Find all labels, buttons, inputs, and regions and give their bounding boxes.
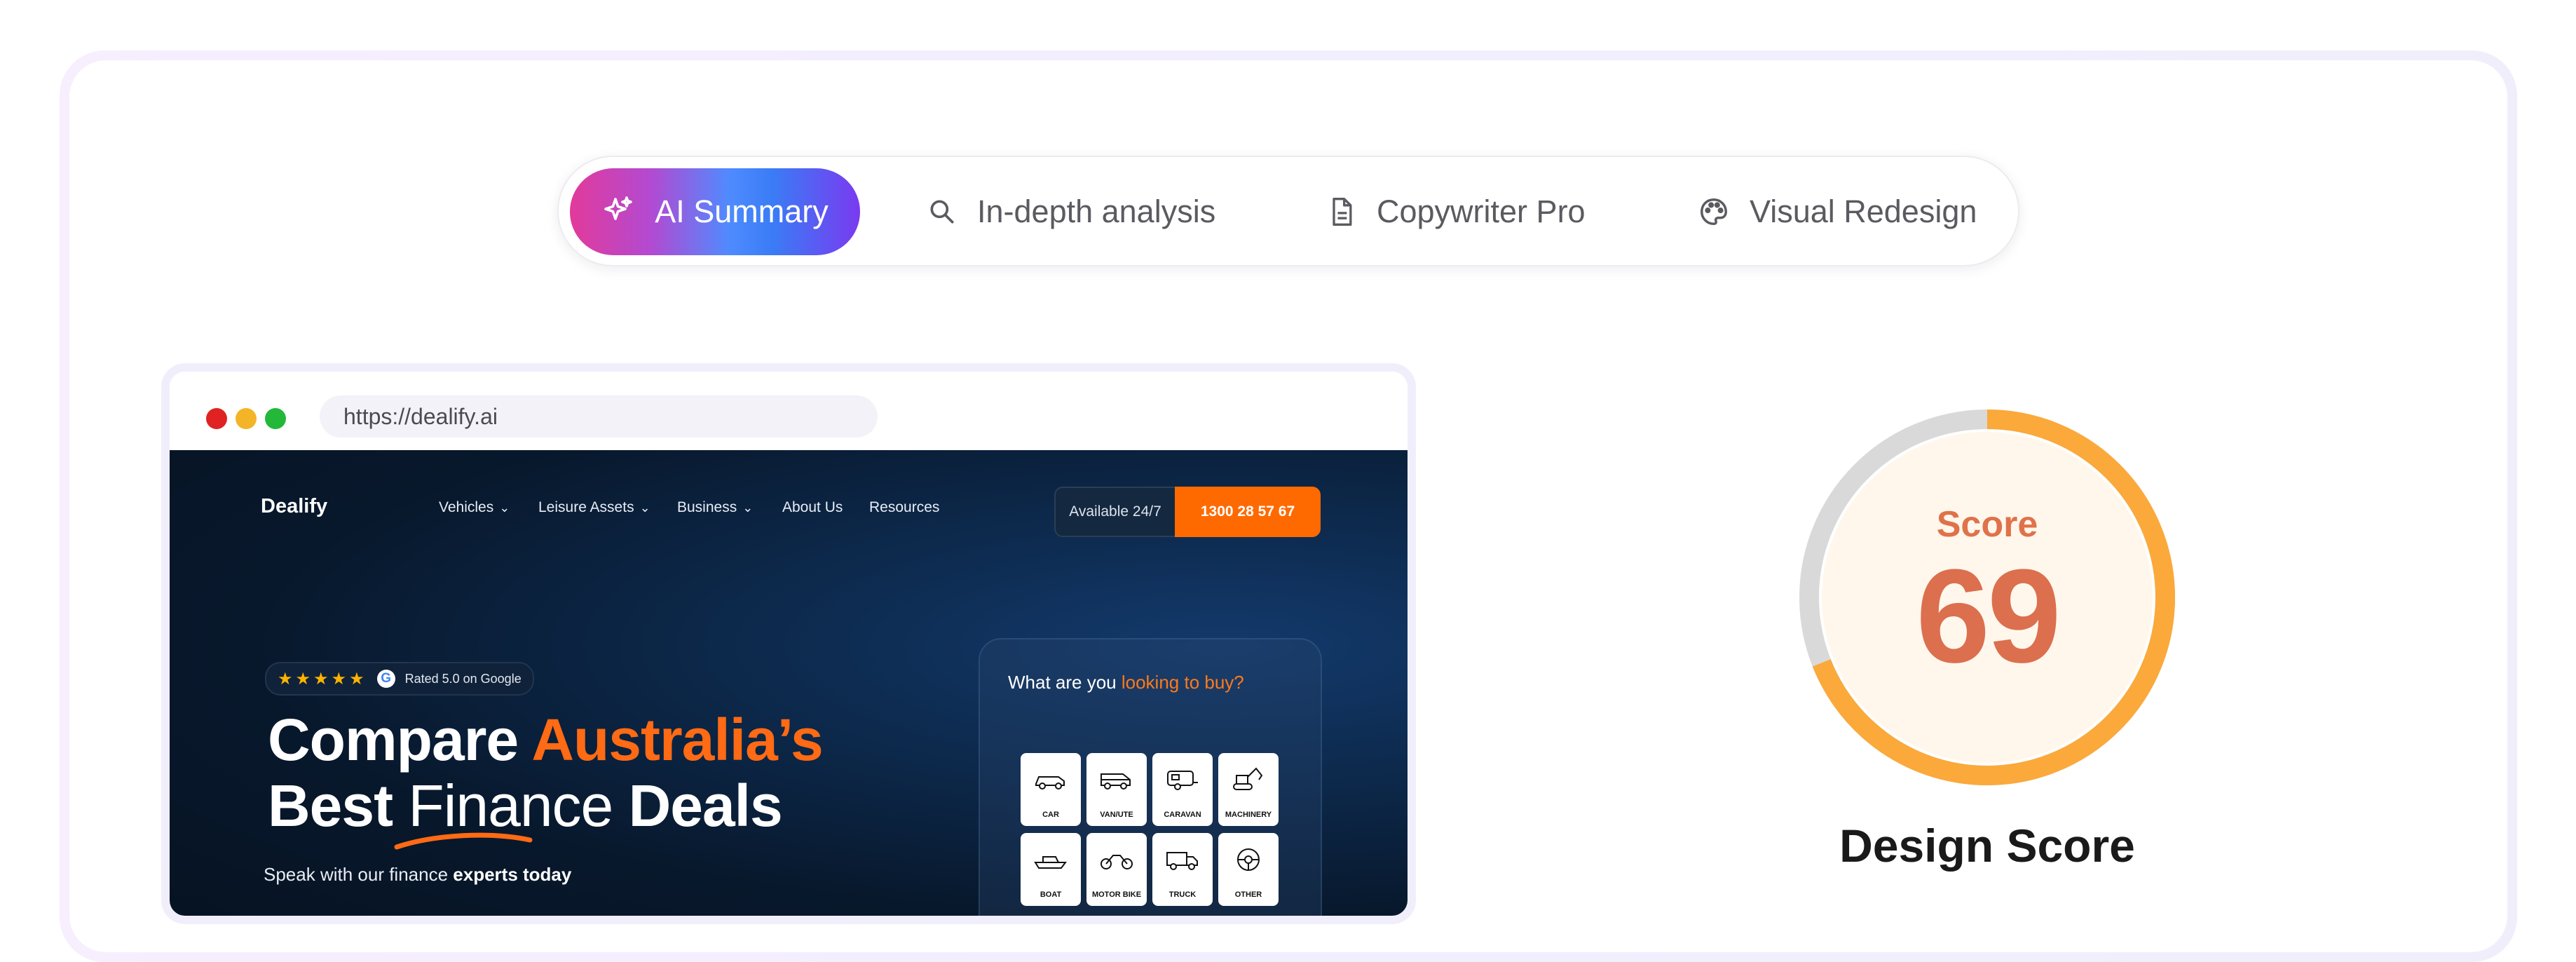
- nav-leisure-assets: Leisure Assets ⌄: [538, 499, 650, 516]
- tab-copywriter-pro[interactable]: Copywriter Pro: [1326, 168, 1586, 255]
- underline-swoosh-icon: [394, 832, 533, 850]
- van-icon: [1100, 773, 1131, 790]
- vehicle-option-machinery: MACHINERY: [1218, 753, 1279, 826]
- hero-text-light: Finance: [408, 773, 613, 839]
- nav-label: Business: [677, 499, 737, 515]
- close-dot-icon: [206, 408, 227, 429]
- rating-text: Rated 5.0 on Google: [404, 671, 522, 686]
- nav-about-us: About Us: [782, 499, 843, 516]
- nav-label: Leisure Assets: [538, 499, 634, 515]
- subtext: Speak with our finance: [264, 864, 454, 885]
- hero-text: Deals: [613, 773, 783, 839]
- minimize-dot-icon: [236, 408, 257, 429]
- vehicle-option-car: CAR: [1021, 753, 1081, 826]
- tab-label: Copywriter Pro: [1377, 194, 1586, 229]
- motorbike-icon: [1100, 855, 1133, 869]
- tab-label: In-depth analysis: [977, 194, 1216, 229]
- tab-bar: AI Summary In-depth analysis Copywriter …: [557, 156, 2019, 266]
- document-icon: [1333, 198, 1352, 226]
- excavator-icon: [1233, 767, 1263, 790]
- purchase-panel: What are you looking to buy? CAR VAN/UTE…: [979, 638, 1322, 916]
- nav-label: About Us: [782, 499, 843, 515]
- hero-subtext: Speak with our finance experts today: [264, 864, 571, 886]
- panel-question-highlight: looking to buy?: [1121, 672, 1244, 693]
- subtext-bold: experts today: [453, 864, 572, 885]
- browser-chrome: https://dealify.ai: [170, 372, 1408, 450]
- chevron-down-icon: ⌄: [742, 500, 754, 515]
- google-rating-badge: ★★★★★ G Rated 5.0 on Google: [265, 662, 534, 696]
- caravan-icon: [1167, 771, 1198, 790]
- sparkle-icon: [604, 196, 633, 220]
- search-icon: [930, 200, 954, 224]
- phone-button: 1300 28 57 67: [1175, 487, 1321, 537]
- availability-badge: Available 24/7: [1054, 487, 1175, 537]
- vehicle-label: MACHINERY: [1225, 811, 1272, 819]
- vehicle-option-caravan: CARAVAN: [1152, 753, 1213, 826]
- car-icon: [1035, 776, 1065, 790]
- chevron-down-icon: ⌄: [499, 500, 510, 515]
- panel-question-text: What are you: [1008, 672, 1122, 693]
- tab-in-depth-analysis[interactable]: In-depth analysis: [927, 168, 1215, 255]
- vehicle-label: CAR: [1042, 811, 1059, 819]
- nav-business: Business ⌄: [677, 499, 753, 516]
- score-value: 69: [1916, 542, 2061, 691]
- hero-text: Compare: [268, 707, 532, 773]
- palette-icon: [1701, 198, 1727, 225]
- google-icon: G: [376, 670, 395, 688]
- tab-ai-summary[interactable]: AI Summary: [570, 168, 860, 255]
- browser-preview: https://dealify.ai Dealify Vehicles ⌄ Lei…: [161, 363, 1416, 924]
- nav-label: Vehicles: [439, 499, 494, 515]
- nav-resources: Resources: [869, 499, 939, 516]
- website-screenshot: Dealify Vehicles ⌄ Leisure Assets ⌄ Busine…: [170, 450, 1408, 916]
- hero-text: Best: [268, 773, 409, 839]
- tab-label: AI Summary: [655, 194, 829, 229]
- vehicle-option-truck: TRUCK: [1152, 833, 1213, 906]
- boat-icon: [1034, 856, 1067, 869]
- url-bar[interactable]: https://dealify.ai: [320, 395, 878, 438]
- vehicle-label: VAN/UTE: [1100, 811, 1133, 819]
- score-label: Score: [1936, 504, 2038, 545]
- nav-vehicles: Vehicles ⌄: [439, 499, 510, 516]
- vehicle-label: CARAVAN: [1164, 811, 1201, 819]
- site-logo: Dealify: [261, 495, 328, 517]
- maximize-dot-icon: [265, 408, 286, 429]
- vehicle-option-motor-bike: MOTOR BIKE: [1086, 833, 1147, 906]
- nav-label: Resources: [869, 499, 940, 515]
- design-score-caption: Design Score: [1839, 820, 2135, 872]
- steering-wheel-icon: [1237, 848, 1260, 871]
- panel-question: What are you looking to buy?: [1008, 672, 1244, 693]
- vehicle-option-other: OTHER: [1218, 833, 1279, 906]
- tab-label: Visual Redesign: [1750, 194, 1977, 229]
- vehicle-option-boat: BOAT: [1021, 833, 1081, 906]
- hero-heading: Compare Australia’s Best Finance Deals: [268, 707, 824, 839]
- tab-visual-redesign[interactable]: Visual Redesign: [1698, 168, 1977, 255]
- vehicle-option-van-ute: VAN/UTE: [1086, 753, 1147, 826]
- hero-text-highlight: Australia’s: [531, 707, 823, 773]
- truck-icon: [1166, 852, 1198, 870]
- chevron-down-icon: ⌄: [639, 500, 650, 515]
- rating-stars-icon: ★★★★★: [278, 669, 367, 689]
